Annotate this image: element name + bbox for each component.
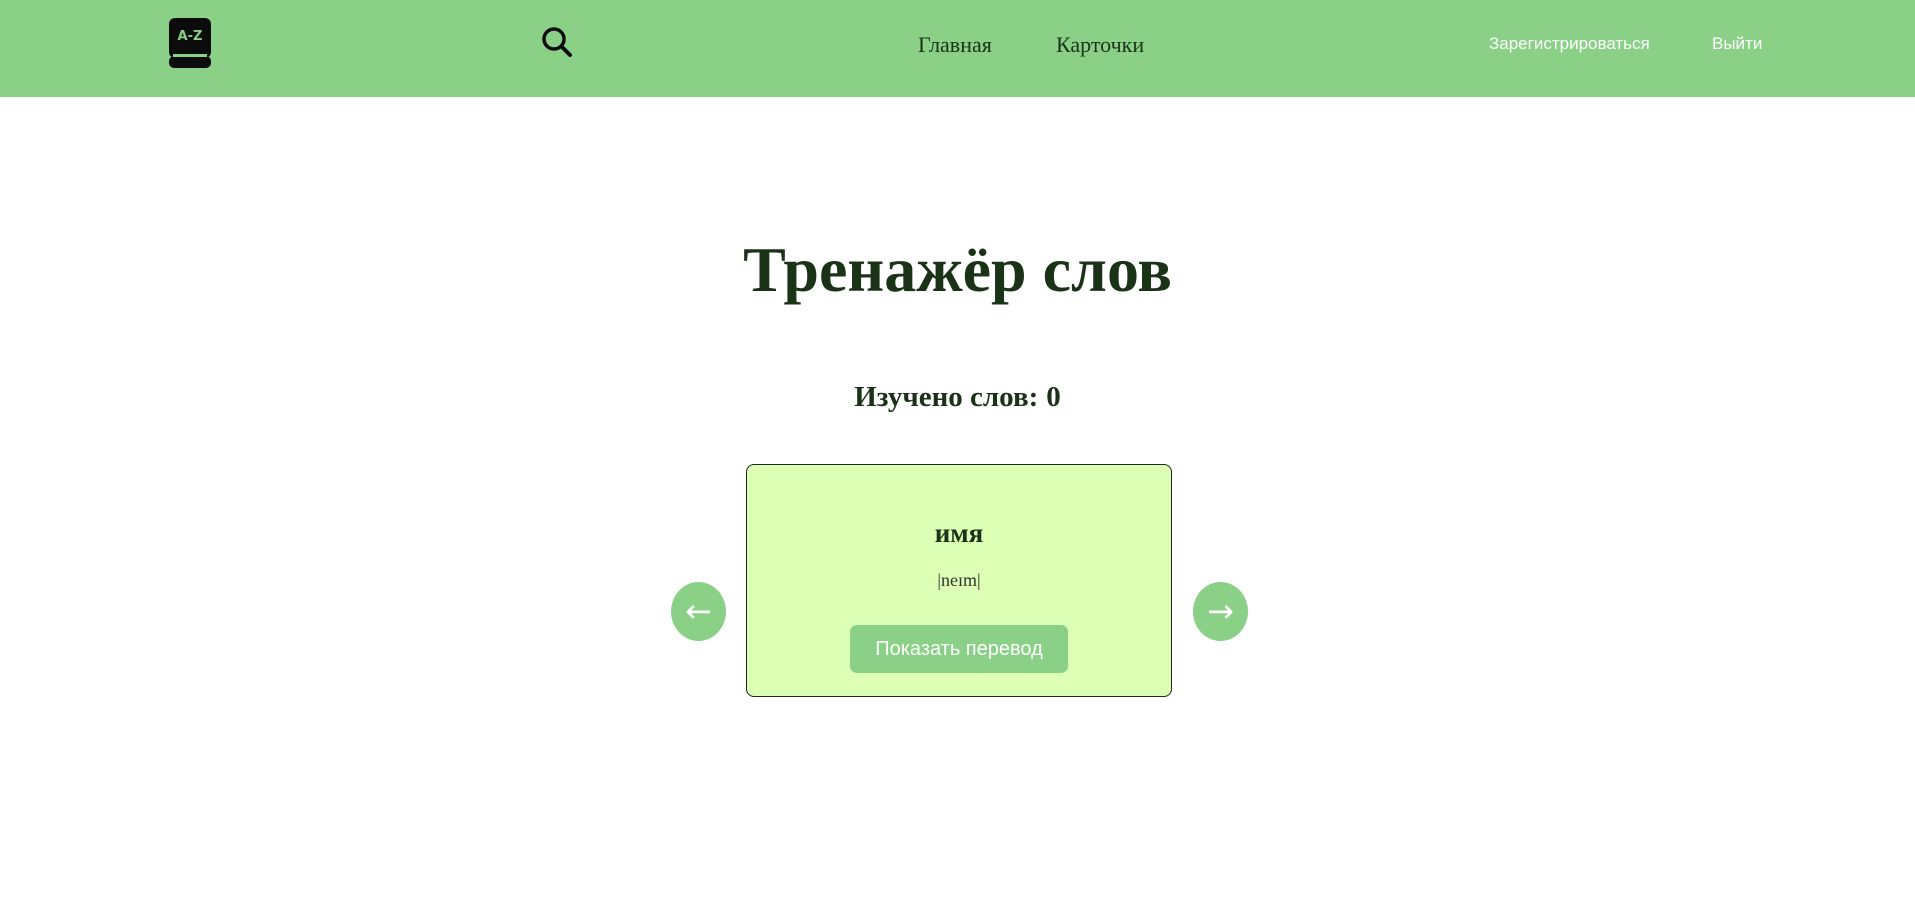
card-word: имя — [934, 518, 984, 548]
nav-link-home[interactable]: Главная — [918, 32, 992, 58]
header: A-Z Главная Карточки Зарегистрироваться … — [0, 0, 1915, 97]
search-icon[interactable] — [541, 26, 573, 58]
learned-count: 0 — [1046, 381, 1061, 413]
logout-link[interactable]: Выйти — [1712, 34, 1762, 54]
next-card-button[interactable]: → — [1193, 582, 1248, 641]
learned-counter: Изучено слов: 0 — [0, 380, 1915, 414]
prev-card-button[interactable]: ← — [671, 582, 726, 641]
show-translation-button[interactable]: Показать перевод — [850, 625, 1068, 673]
learned-label: Изучено слов: — [854, 381, 1039, 413]
page-title: Тренажёр слов — [743, 234, 1172, 305]
word-card: имя |neɪm| Показать перевод — [746, 464, 1172, 697]
register-link[interactable]: Зарегистрироваться — [1489, 34, 1650, 54]
card-transcription: |neɪm| — [937, 570, 981, 590]
nav-link-cards[interactable]: Карточки — [1056, 32, 1144, 58]
dictionary-book-icon[interactable]: A-Z — [169, 18, 211, 68]
logo-text: A-Z — [178, 29, 203, 44]
